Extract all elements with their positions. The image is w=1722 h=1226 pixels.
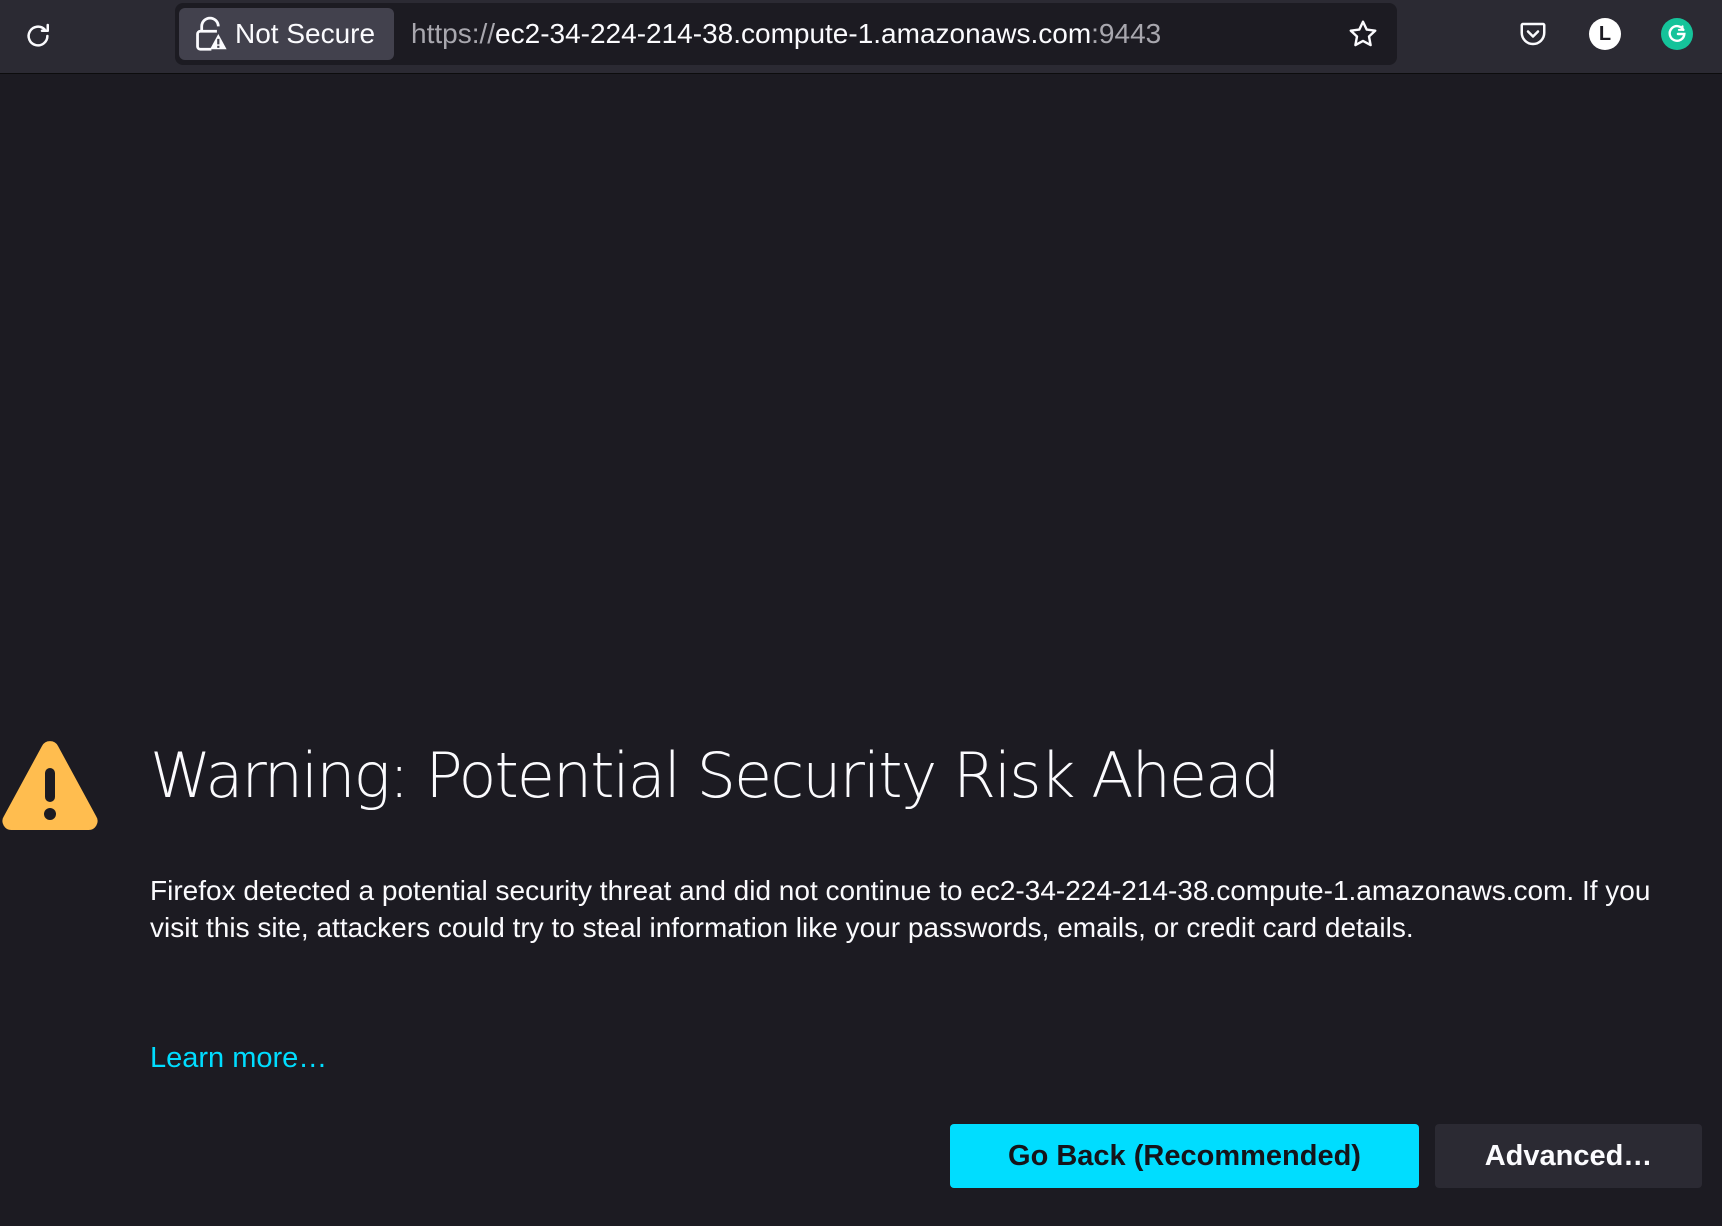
bookmark-button[interactable]: [1341, 12, 1385, 56]
url-port: :9443: [1091, 18, 1162, 49]
browser-toolbar: Not Secure https://ec2-34-224-214-38.com…: [0, 0, 1722, 74]
url-bar[interactable]: Not Secure https://ec2-34-224-214-38.com…: [175, 3, 1397, 65]
not-secure-label: Not Secure: [235, 18, 376, 49]
url-scheme: https://: [411, 18, 496, 49]
account-button[interactable]: L: [1583, 12, 1627, 56]
insecure-lock-icon: [196, 16, 227, 51]
star-icon: [1349, 20, 1377, 47]
grammarly-icon: [1661, 18, 1693, 50]
url-text[interactable]: https://ec2-34-224-214-38.compute-1.amaz…: [411, 3, 1161, 65]
site-identity-button[interactable]: Not Secure: [179, 8, 394, 60]
page-title: Warning: Potential Security Risk Ahead: [150, 739, 1280, 812]
account-avatar: L: [1589, 18, 1621, 50]
reload-button[interactable]: [16, 14, 60, 58]
go-back-button[interactable]: Go Back (Recommended): [950, 1124, 1419, 1188]
warning-icon: [0, 738, 100, 839]
reload-icon: [27, 23, 49, 47]
pocket-button[interactable]: [1511, 12, 1555, 56]
url-host: ec2-34-224-214-38.compute-1.amazonaws.co…: [495, 18, 1092, 49]
grammarly-extension-button[interactable]: [1655, 12, 1699, 56]
pocket-icon: [1520, 22, 1546, 46]
advanced-button[interactable]: Advanced…: [1435, 1124, 1702, 1188]
learn-more-link[interactable]: Learn more…: [150, 1042, 327, 1075]
error-description: Firefox detected a potential security th…: [150, 875, 1651, 943]
grammarly-g-icon: [1668, 25, 1686, 42]
